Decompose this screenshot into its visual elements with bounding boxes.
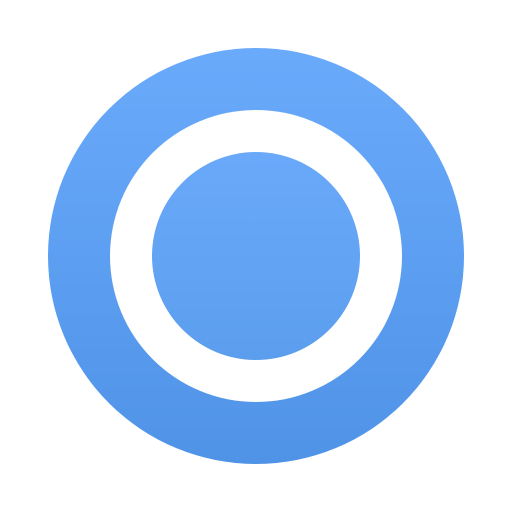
ring-icon (48, 48, 464, 464)
app-icon-canvas (0, 0, 512, 512)
inner-disc (152, 152, 360, 360)
